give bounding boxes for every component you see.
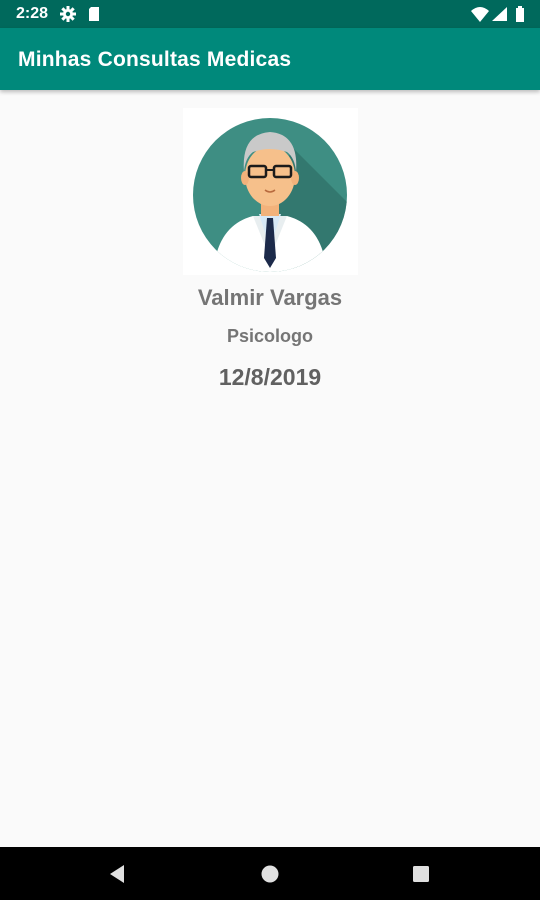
navigation-bar bbox=[0, 847, 540, 900]
sd-card-icon bbox=[84, 4, 104, 24]
appointment-detail: Valmir Vargas Psicologo 12/8/2019 bbox=[0, 90, 540, 847]
app-screen: 2:28 Minhas Consultas Medicas Valmir Var… bbox=[0, 0, 540, 900]
status-bar: 2:28 bbox=[0, 0, 540, 28]
doctor-avatar bbox=[183, 108, 358, 275]
gear-icon bbox=[58, 4, 78, 24]
wifi-icon bbox=[470, 4, 490, 24]
appointment-date: 12/8/2019 bbox=[218, 364, 322, 390]
app-bar: Minhas Consultas Medicas bbox=[0, 28, 540, 90]
home-icon[interactable] bbox=[255, 859, 285, 889]
doctor-name: Valmir Vargas bbox=[197, 285, 343, 310]
battery-icon bbox=[510, 4, 530, 24]
doctor-specialty: Psicologo bbox=[226, 326, 313, 346]
signal-icon bbox=[490, 4, 510, 24]
status-time: 2:28 bbox=[16, 5, 49, 22]
app-title: Minhas Consultas Medicas bbox=[18, 48, 292, 71]
recents-icon[interactable] bbox=[406, 859, 436, 889]
back-icon[interactable] bbox=[102, 859, 132, 889]
